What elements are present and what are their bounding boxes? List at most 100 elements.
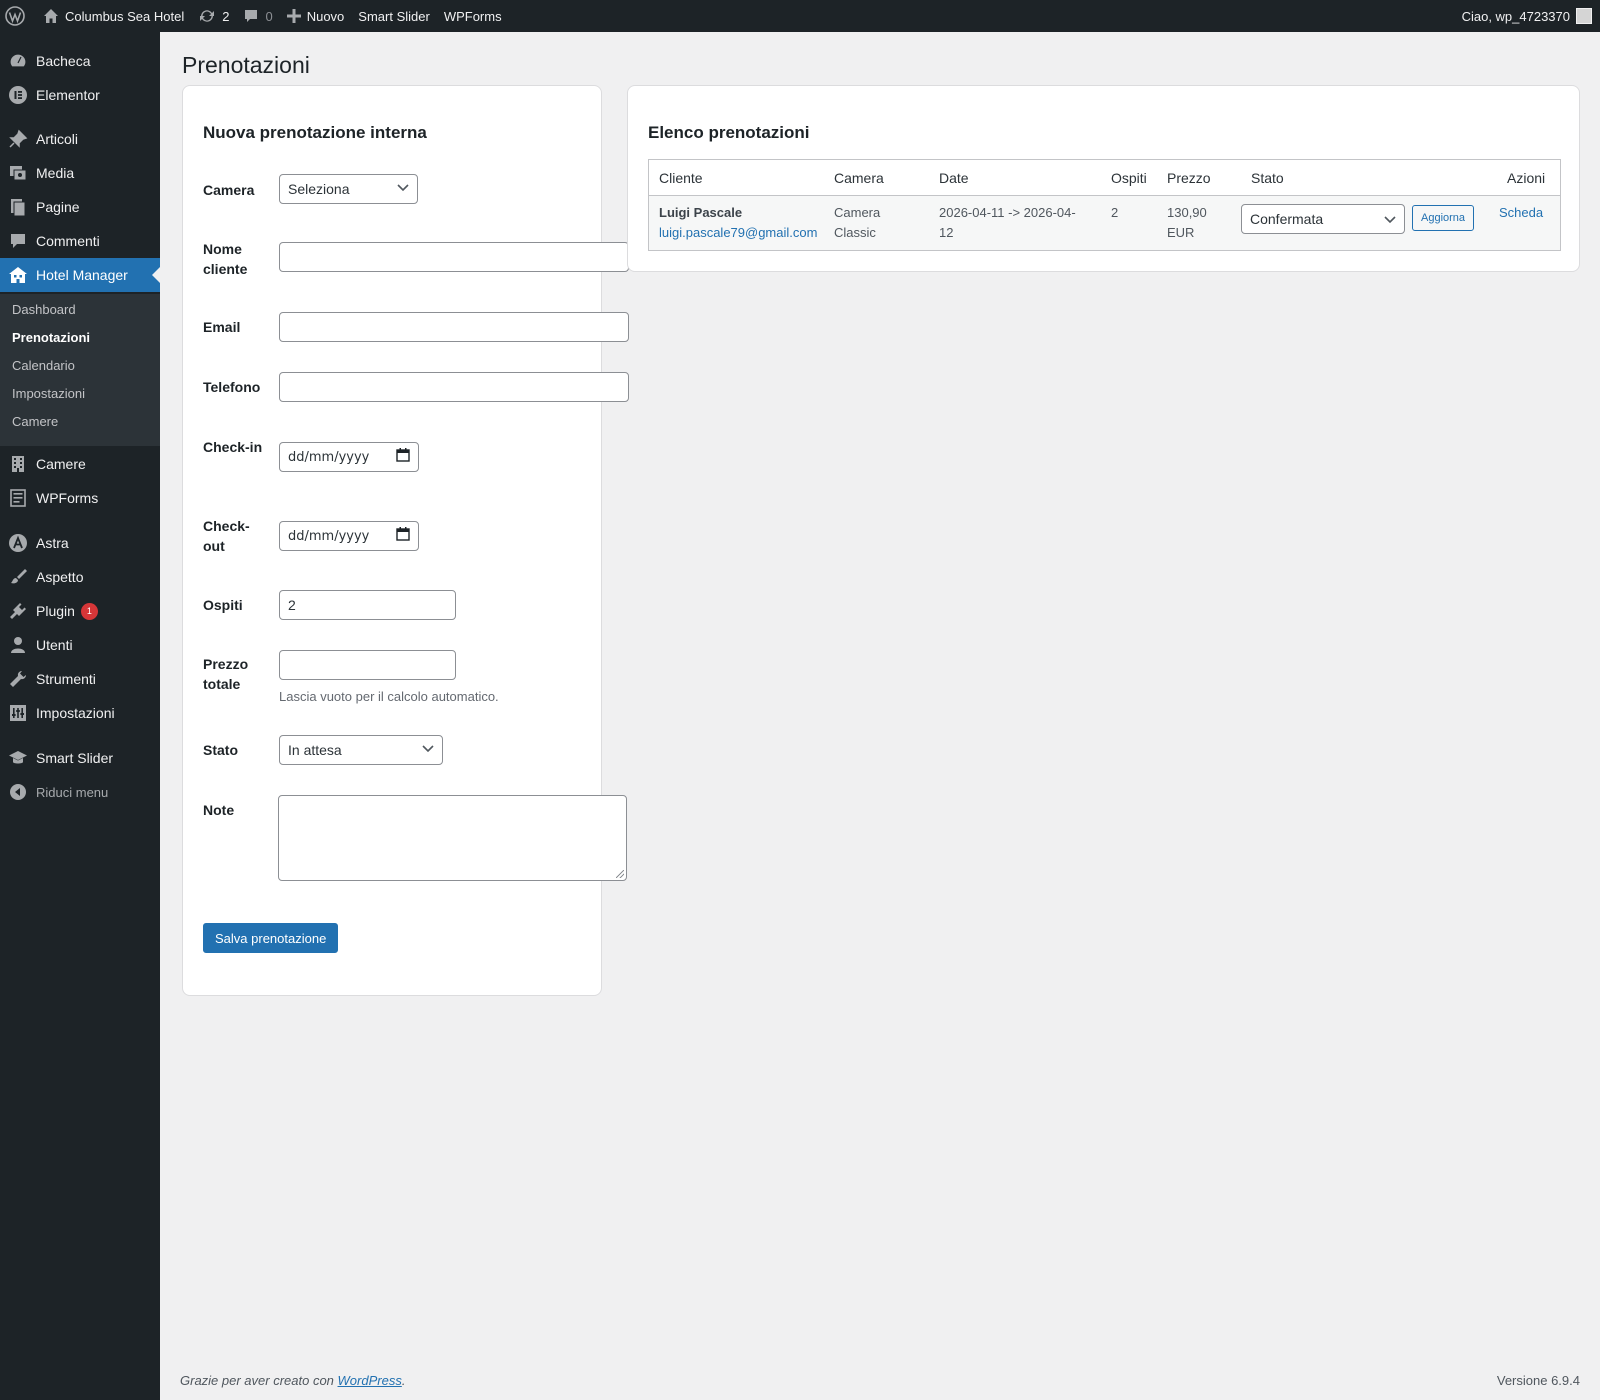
site-name-link[interactable]: Columbus Sea Hotel — [36, 0, 191, 32]
sidebar-item-elementor[interactable]: Elementor — [0, 78, 160, 112]
dates-cell-line2: 12 — [939, 225, 954, 240]
new-content-link[interactable]: Nuovo — [280, 0, 352, 32]
save-booking-button[interactable]: Salva prenotazione — [203, 923, 339, 953]
sidebar-item-label: Aspetto — [36, 569, 84, 585]
client-name: Luigi Pascale — [659, 205, 743, 220]
column-header-stato: Stato — [1251, 170, 1284, 186]
submenu-item-impostazioni[interactable]: Impostazioni — [12, 386, 85, 401]
ospiti-label: Ospiti — [203, 597, 243, 613]
smart-slider-link[interactable]: Smart Slider — [351, 0, 437, 32]
sidebar-item-wpforms[interactable]: WPForms — [0, 481, 160, 515]
camera-cell-line1: Camera — [834, 205, 881, 220]
sidebar-item-commenti[interactable]: Commenti — [0, 224, 160, 258]
prezzo-totale-input[interactable] — [279, 650, 456, 680]
wpforms-label: WPForms — [443, 8, 502, 24]
telefono-input[interactable] — [279, 372, 629, 402]
checkout-date-input[interactable]: dd/mm/yyyy — [279, 521, 419, 551]
sidebar-item-strumenti[interactable]: Strumenti — [0, 662, 160, 696]
footer-thanks-text: Grazie per aver creato con — [180, 1373, 334, 1388]
sidebar-item-pagine[interactable]: Pagine — [0, 190, 160, 224]
wpforms-link[interactable]: WPForms — [437, 0, 509, 32]
site-name: Columbus Sea Hotel — [65, 8, 185, 24]
updates-count: 2 — [222, 8, 230, 24]
checkin-label: Check-in — [203, 439, 263, 455]
row-status-select[interactable]: Confermata — [1241, 204, 1405, 234]
sidebar-item-label: WPForms — [36, 490, 99, 506]
column-header-azioni: Azioni — [1507, 170, 1546, 186]
email-label: Email — [203, 319, 241, 335]
sidebar-item-label: Pagine — [36, 199, 80, 215]
footer-period: . — [401, 1373, 406, 1388]
new-booking-card: Nuova prenotazione interna Camera Selezi… — [182, 85, 629, 996]
row-status-value: Confermata — [1250, 211, 1324, 227]
note-textarea[interactable] — [278, 795, 627, 881]
admin-bar: Columbus Sea Hotel 2 0 Nuovo Smart Slide… — [0, 0, 1600, 32]
email-input[interactable] — [279, 312, 629, 342]
camera-cell-line2: Classic — [834, 225, 876, 240]
settings-icon — [0, 703, 36, 723]
wordpress-logo-icon[interactable] — [0, 0, 36, 32]
checkout-value: dd/mm/yyyy — [288, 528, 370, 544]
sidebar-item-smart-slider[interactable]: Smart Slider — [0, 741, 160, 775]
account-menu[interactable]: Ciao, wp_4723370 — [1455, 0, 1600, 32]
client-email-link[interactable]: luigi.pascale79@gmail.com — [659, 223, 817, 243]
sidebar-item-camere[interactable]: Camere — [0, 447, 160, 481]
column-header-camera: Camera — [834, 170, 884, 186]
smart-slider-label: Smart Slider — [358, 8, 430, 24]
camera-label: Camera — [203, 182, 255, 198]
sidebar-item-label: Articoli — [36, 131, 79, 147]
comment-icon — [0, 231, 36, 251]
sidebar-item-utenti[interactable]: Utenti — [0, 628, 160, 662]
resize-handle-icon[interactable] — [616, 870, 624, 878]
scheda-link[interactable]: Scheda — [1499, 203, 1543, 223]
sidebar-item-aspetto[interactable]: Aspetto — [0, 560, 160, 594]
column-header-cliente: Cliente — [659, 170, 703, 186]
sidebar-item-bacheca[interactable]: Bacheca — [0, 44, 160, 78]
wordpress-link[interactable]: WordPress — [338, 1373, 402, 1388]
collapse-menu-button[interactable]: Riduci menu — [0, 775, 160, 809]
stato-select[interactable]: In attesa — [279, 735, 443, 765]
home-icon — [44, 9, 58, 23]
wrench-icon — [0, 669, 36, 689]
sidebar-item-plugin[interactable]: Plugin 1 — [0, 594, 160, 628]
ospiti-input[interactable]: 2 — [279, 590, 456, 620]
prezzo-cell-line1: 130,90 — [1167, 205, 1207, 220]
comment-icon — [245, 10, 258, 22]
updates-link[interactable]: 2 — [191, 0, 236, 32]
brush-icon — [0, 567, 36, 587]
prezzo-totale-label: Prezzo totale — [203, 656, 249, 692]
calendar-icon[interactable] — [396, 448, 410, 466]
comments-link[interactable]: 0 — [236, 0, 279, 32]
list-title: Elenco prenotazioni — [648, 123, 810, 142]
checkin-date-input[interactable]: dd/mm/yyyy — [279, 442, 419, 472]
sidebar-item-label: Camere — [36, 456, 86, 472]
sidebar-item-label: Strumenti — [36, 671, 96, 687]
nome-cliente-input[interactable] — [279, 242, 629, 272]
ospiti-cell: 2 — [1111, 205, 1119, 220]
prezzo-help-text: Lascia vuoto per il calcolo automatico. — [279, 689, 499, 704]
submenu-item-calendario[interactable]: Calendario — [12, 358, 75, 373]
sidebar-item-label: Smart Slider — [36, 750, 114, 766]
update-status-button[interactable]: Aggiorna — [1412, 205, 1475, 231]
submenu-item-dashboard[interactable]: Dashboard — [12, 302, 76, 317]
stato-select-value: In attesa — [288, 742, 342, 758]
sidebar-item-hotel-manager[interactable]: Hotel Manager — [0, 258, 160, 292]
sidebar-item-media[interactable]: Media — [0, 156, 160, 190]
sidebar-item-astra[interactable]: Astra — [0, 526, 160, 560]
camera-select[interactable]: Seleziona — [279, 174, 418, 204]
calendar-icon[interactable] — [396, 527, 410, 545]
prezzo-cell-line2: EUR — [1167, 225, 1195, 240]
submenu-item-camere[interactable]: Camere — [12, 414, 58, 429]
user-icon — [0, 635, 36, 655]
sidebar-item-articoli[interactable]: Articoli — [0, 122, 160, 156]
graduation-icon — [0, 748, 36, 768]
submenu-item-prenotazioni[interactable]: Prenotazioni — [12, 330, 90, 345]
form-icon — [0, 488, 36, 508]
update-count-badge: 1 — [80, 602, 98, 620]
sidebar-item-label: Elementor — [36, 87, 100, 103]
checkout-label: Check-out — [203, 518, 250, 554]
sidebar-item-impostazioni[interactable]: Impostazioni — [0, 696, 160, 730]
camera-select-value: Seleziona — [288, 181, 350, 197]
sidebar-item-label: Utenti — [36, 637, 73, 653]
chevron-down-icon — [397, 183, 409, 195]
